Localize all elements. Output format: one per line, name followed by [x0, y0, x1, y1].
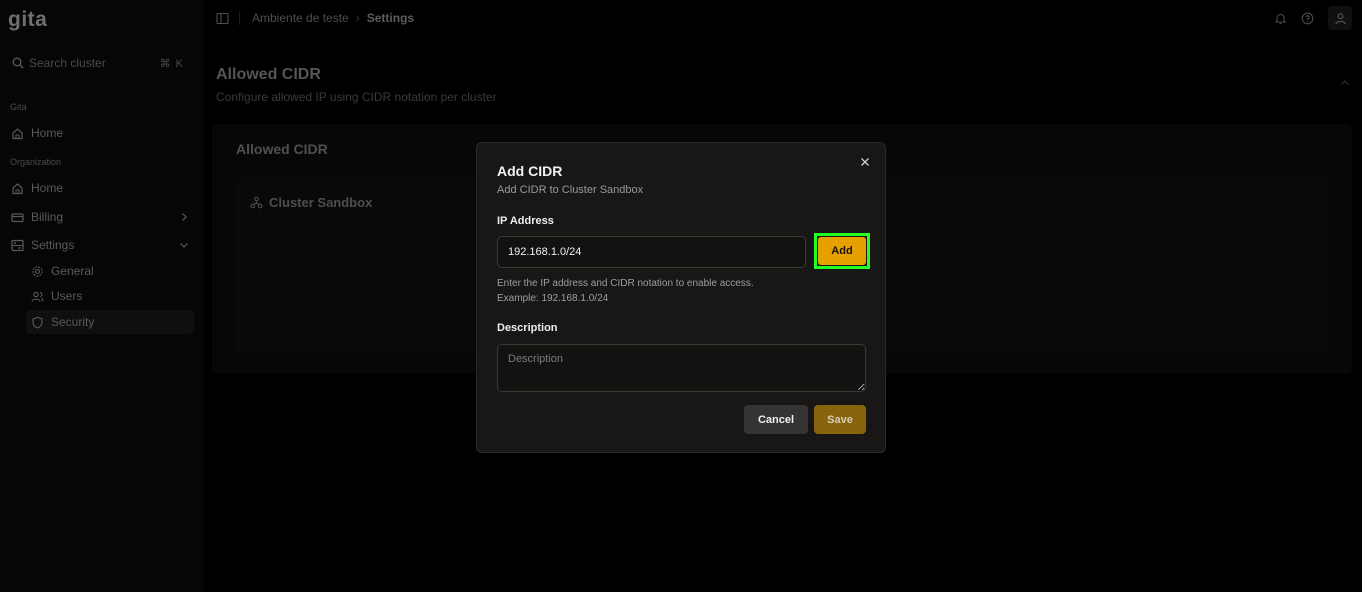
breadcrumb-separator: ›	[355, 11, 360, 25]
dialog-subtitle: Add CIDR to Cluster Sandbox	[497, 184, 644, 196]
add-cidr-dialog: Add CIDR Add CIDR to Cluster Sandbox IP …	[476, 142, 886, 453]
chevron-down-icon	[180, 243, 188, 248]
dialog-title: Add CIDR	[497, 163, 563, 179]
cluster-name: Cluster Sandbox	[269, 195, 373, 210]
search-placeholder: Search cluster	[29, 56, 106, 70]
sidebar-toggle-icon[interactable]	[216, 12, 229, 25]
divider	[239, 11, 240, 25]
users-icon	[31, 291, 44, 302]
sidebar-item-label: Users	[51, 289, 83, 303]
section-label-organization: Organization	[10, 157, 62, 167]
search-icon	[12, 57, 24, 69]
app-logo[interactable]: gita	[8, 8, 47, 32]
page-subtitle: Configure allowed IP using CIDR notation…	[216, 90, 497, 104]
ip-address-input[interactable]	[497, 236, 806, 268]
home-icon	[12, 127, 23, 139]
cancel-button[interactable]: Cancel	[744, 405, 808, 434]
chevron-up-icon[interactable]	[1340, 78, 1350, 88]
search-shortcut: ⌘ K	[159, 57, 184, 70]
cluster-header: Cluster Sandbox	[250, 195, 372, 210]
sidebar-item-users[interactable]: Users	[26, 284, 194, 308]
sidebar-item-label: Home	[31, 126, 64, 140]
sidebar-item-label: Settings	[31, 238, 75, 252]
save-button[interactable]: Save	[814, 405, 866, 434]
description-input[interactable]	[497, 344, 866, 392]
close-icon[interactable]	[859, 156, 871, 168]
top-actions	[1274, 6, 1352, 30]
cluster-search[interactable]: Search cluster ⌘ K	[6, 52, 190, 74]
user-avatar[interactable]	[1328, 6, 1352, 30]
sidebar: gita Search cluster ⌘ K Gita Home Organi…	[0, 0, 204, 592]
bell-icon[interactable]	[1274, 12, 1287, 25]
add-button[interactable]: Add	[818, 237, 866, 265]
help-icon[interactable]	[1301, 12, 1314, 25]
ip-address-label: IP Address	[497, 215, 554, 227]
sidebar-item-billing[interactable]: Billing	[6, 205, 194, 229]
ip-help-text: Enter the IP address and CIDR notation t…	[497, 276, 754, 306]
user-icon	[1334, 12, 1346, 24]
page-title: Allowed CIDR	[216, 66, 321, 83]
sidebar-item-home[interactable]: Home	[6, 121, 194, 145]
chevron-right-icon	[182, 213, 187, 221]
sidebar-item-security[interactable]: Security	[26, 310, 194, 334]
sidebar-item-general[interactable]: General	[26, 259, 194, 283]
help-line-1: Enter the IP address and CIDR notation t…	[497, 278, 754, 289]
breadcrumb-current: Settings	[366, 11, 415, 25]
topbar: Ambiente de teste › Settings	[204, 0, 1362, 36]
card-title: Allowed CIDR	[236, 141, 328, 157]
sidebar-item-label: Security	[51, 315, 95, 329]
home-icon	[12, 182, 23, 194]
shield-icon	[32, 316, 43, 329]
sidebar-item-label: Billing	[31, 210, 64, 224]
settings-panel-icon	[11, 239, 24, 251]
cluster-icon	[250, 196, 263, 209]
section-label-gita: Gita	[10, 102, 27, 112]
credit-card-icon	[11, 212, 24, 222]
sidebar-item-settings[interactable]: Settings	[6, 233, 194, 257]
help-line-2: Example: 192.168.1.0/24	[497, 293, 609, 304]
description-label: Description	[497, 322, 558, 334]
gear-icon	[32, 265, 43, 277]
sidebar-item-org-home[interactable]: Home	[6, 176, 194, 200]
sidebar-item-label: Home	[31, 181, 64, 195]
breadcrumb-parent[interactable]: Ambiente de teste	[252, 11, 349, 25]
sidebar-item-label: General	[51, 264, 94, 278]
